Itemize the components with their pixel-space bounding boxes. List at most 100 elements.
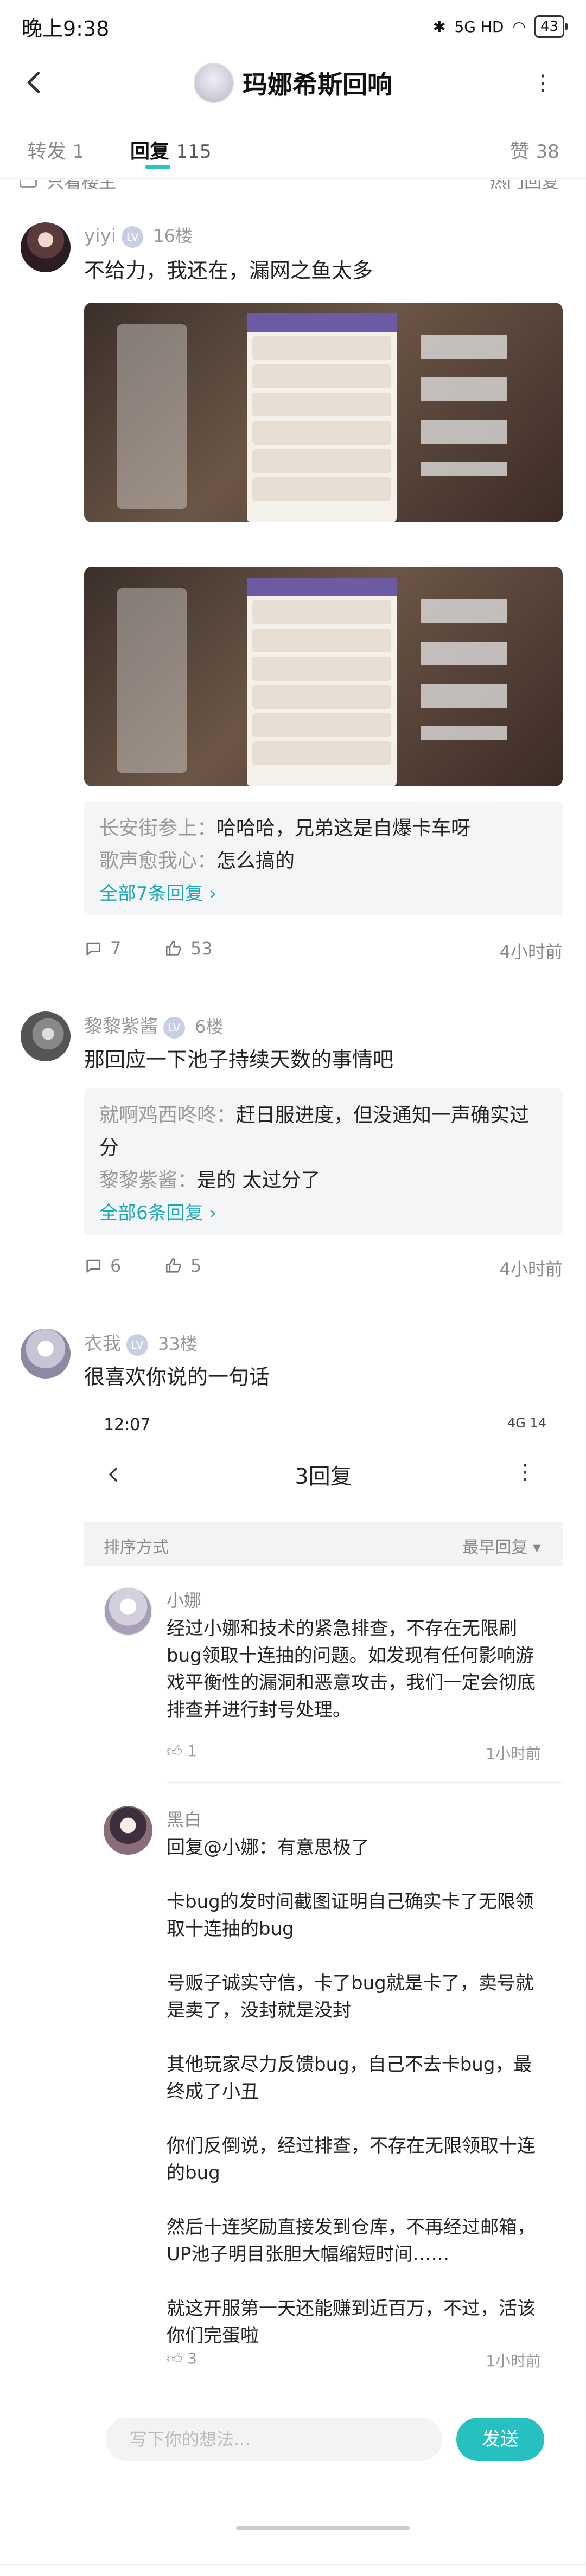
embed-reply-actions: 👍︎ 3 1小时前	[167, 2349, 541, 2370]
comment-actions: 6 5 4小时前	[84, 1255, 563, 1283]
filter-row: 只看楼主 热门回复	[0, 180, 586, 191]
sub-reply[interactable]: 就啊鸡西咚咚：赶日服进度，但没通知一声确实过分	[99, 1099, 547, 1164]
comment-icon	[86, 1259, 100, 1273]
username: yiyi	[84, 225, 117, 247]
thumb-up-icon: 👍︎	[167, 1742, 183, 1760]
tab-label: 回复	[130, 140, 170, 163]
status-time: 晚上9:38	[22, 16, 110, 41]
comment-text: 很喜欢你说的一句话	[84, 1365, 270, 1389]
embed-title: 3回复	[295, 1464, 352, 1489]
sub-reply[interactable]: 歌声愈我心：怎么搞的	[99, 845, 547, 877]
reply-user: 长安街参上	[99, 817, 198, 840]
level-badge: LV	[163, 1016, 185, 1039]
wifi-icon: ◠	[512, 17, 526, 36]
embed-like-count: 3	[187, 2349, 197, 2367]
comment-actions: 7 53 4小时前	[84, 938, 563, 965]
battery-icon: 43	[534, 15, 568, 38]
level-badge: LV	[126, 1334, 148, 1356]
embed-sort-label: 排序方式	[104, 1538, 169, 1557]
reply-text: 是的 太过分了	[197, 1169, 321, 1191]
comment-user[interactable]: 黎黎紫酱 LV 6楼	[84, 1011, 223, 1039]
sub-reply[interactable]: 长安街参上：哈哈哈，兄弟这是自爆卡车呀	[99, 812, 547, 845]
embed-timestamp: 1小时前	[486, 2352, 541, 2370]
status-icons: ✱ 5G HD ◠ 43	[432, 15, 568, 38]
page-title: 玛娜希斯回响	[194, 63, 392, 103]
reply-count: 6	[110, 1255, 122, 1276]
more-menu-icon[interactable]: ⋮	[532, 71, 553, 95]
signal-icon: 5G HD	[454, 17, 504, 36]
timestamp: 4小时前	[499, 941, 563, 962]
avatar[interactable]	[21, 222, 71, 272]
reply-user: 歌声愈我心	[99, 850, 198, 872]
game-screenshot-image[interactable]	[84, 303, 563, 522]
like-count: 53	[190, 938, 213, 959]
tab-count: 1	[72, 141, 85, 163]
only-op-checkbox[interactable]	[20, 180, 37, 188]
view-all-replies-link[interactable]: 全部6条回复 ›	[99, 1197, 547, 1229]
username: 黎黎紫酱	[84, 1016, 158, 1037]
sub-reply[interactable]: 黎黎紫酱：是的 太过分了	[99, 1164, 547, 1197]
username: 衣我	[84, 1333, 121, 1355]
view-all-replies-link[interactable]: 全部7条回复 ›	[99, 877, 547, 910]
embed-reply-input: 写下你的想法...	[106, 2418, 442, 2461]
embed-reply-user: 黑白	[167, 1809, 202, 1830]
sub-replies: 就啊鸡西咚咚：赶日服进度，但没通知一声确实过分 黎黎紫酱：是的 太过分了 全部6…	[84, 1088, 563, 1235]
reply-count: 7	[110, 938, 122, 959]
avatar	[104, 1587, 152, 1636]
embed-like-count: 1	[187, 1742, 197, 1760]
tab-likes[interactable]: 赞 38	[510, 136, 559, 164]
embed-status-icons: 4G 14	[507, 1415, 546, 1431]
hot-replies-toggle[interactable]: 热门回复	[489, 180, 559, 191]
tab-bar: 转发 1 回复 115 赞 38	[0, 119, 586, 179]
home-indicator	[236, 2526, 410, 2530]
thumb-up-icon	[165, 940, 181, 956]
embed-reply-text: 经过小娜和技术的紧急排查，不存在无限刷bug领取十连抽的问题。如发现有任何影响游…	[167, 1618, 536, 1721]
reply-text: 怎么搞的	[216, 850, 295, 872]
bluetooth-icon: ✱	[432, 17, 446, 36]
embed-send-button: 发送	[456, 2418, 544, 2461]
comment-text: 那回应一下池子持续天数的事情吧	[84, 1048, 394, 1072]
reply-button[interactable]: 6	[84, 1255, 121, 1276]
avatar[interactable]	[21, 1329, 71, 1379]
embed-reply-actions: 👍︎ 1 1小时前	[167, 1742, 541, 1763]
level-badge: LV	[122, 226, 144, 248]
comment-user[interactable]: 衣我 LV 33楼	[84, 1329, 198, 1356]
tab-label: 赞	[510, 140, 530, 163]
tab-reposts[interactable]: 转发 1	[27, 136, 84, 164]
avatar	[194, 63, 234, 103]
comment-text: 不给力，我还在，漏网之鱼太多	[84, 259, 373, 283]
app-header: 玛娜希斯回响 ⋮	[0, 53, 586, 113]
embed-timestamp: 1小时前	[486, 1745, 541, 1763]
comment-user[interactable]: yiyi LV 16楼	[84, 222, 193, 248]
avatar[interactable]	[21, 1011, 71, 1061]
reply-user: 就啊鸡西咚咚	[99, 1104, 217, 1126]
title-text: 玛娜希斯回响	[243, 70, 392, 99]
avatar	[104, 1806, 152, 1855]
comment-icon	[86, 942, 100, 956]
like-button[interactable]: 5	[164, 1255, 201, 1276]
game-screenshot-image[interactable]	[84, 567, 563, 786]
tab-count: 115	[176, 141, 212, 163]
embed-sort-value: 最早回复 ▾	[462, 1538, 541, 1557]
embed-status-time: 12:07	[104, 1415, 151, 1434]
sub-replies: 长安街参上：哈哈哈，兄弟这是自爆卡车呀 歌声愈我心：怎么搞的 全部7条回复 ›	[84, 802, 563, 915]
embedded-screenshot[interactable]: 12:07 4G 14 3回复 ⋮ 排序方式 最早回复 ▾ 小娜 经过小娜和技术…	[84, 1408, 563, 2563]
floor-number: 33楼	[158, 1334, 198, 1354]
tab-count: 38	[536, 141, 559, 163]
only-op-label: 只看楼主	[47, 180, 117, 191]
embed-reply-user: 小娜	[167, 1590, 202, 1611]
status-bar: 晚上9:38 ✱ 5G HD ◠ 43	[0, 0, 586, 53]
embed-more-icon: ⋮	[515, 1460, 536, 1484]
tab-replies[interactable]: 回复 115	[130, 136, 211, 164]
like-button[interactable]: 53	[164, 938, 213, 959]
thumb-up-icon: 👍︎	[167, 2349, 183, 2367]
divider	[167, 1782, 563, 1783]
back-arrow-icon[interactable]	[21, 68, 49, 97]
floor-number: 6楼	[195, 1016, 224, 1037]
divider	[0, 2564, 586, 2565]
reply-text: 哈哈哈，兄弟这是自爆卡车呀	[216, 817, 471, 840]
tab-label: 转发	[27, 140, 67, 163]
reply-button[interactable]: 7	[84, 938, 121, 959]
embed-reply-text: 回复@小娜：有意思极了 卡bug的发时间截图证明自己确实卡了无限领取十连抽的bu…	[167, 1837, 536, 2347]
timestamp: 4小时前	[499, 1259, 563, 1279]
